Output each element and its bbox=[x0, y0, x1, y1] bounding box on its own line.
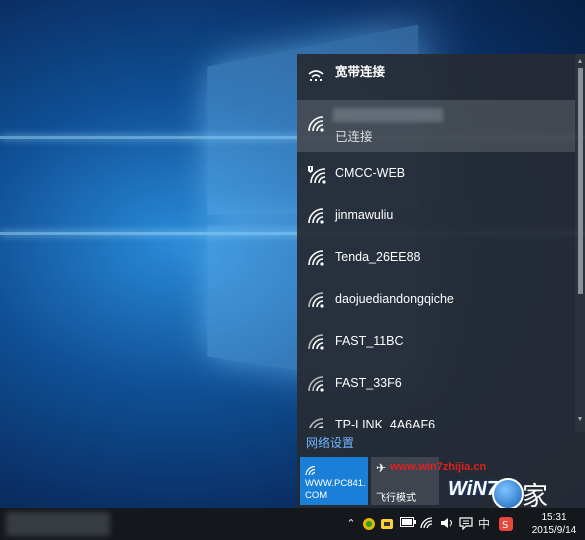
wifi-network-item[interactable]: daojuediandongqiche bbox=[297, 280, 575, 322]
clock-time: 15:31 bbox=[541, 512, 567, 523]
network-name: jinmawuliu bbox=[335, 208, 394, 222]
show-hidden-icons-chevron-icon[interactable]: ⌃ bbox=[344, 517, 358, 531]
svg-text:S: S bbox=[502, 520, 508, 531]
clock-date: 2015/9/14 bbox=[531, 525, 577, 536]
input-method-indicator[interactable]: 中 bbox=[477, 517, 491, 531]
wifi-signal-icon bbox=[307, 418, 327, 428]
watermark-logo-text: WiN7 bbox=[448, 478, 498, 500]
network-wifi-tray-icon[interactable] bbox=[420, 517, 434, 531]
security-app-tray-icon[interactable] bbox=[362, 517, 376, 531]
taskbar-blurred-region bbox=[6, 512, 110, 536]
dialup-icon bbox=[307, 68, 325, 87]
watermark-windows-ball-icon bbox=[492, 478, 524, 510]
wifi-network-item[interactable]: FAST_33F6 bbox=[297, 364, 575, 406]
scroll-down-arrow-icon[interactable]: ▼ bbox=[576, 416, 584, 424]
battery-icon[interactable] bbox=[400, 517, 416, 531]
network-name: FAST_33F6 bbox=[335, 376, 402, 390]
wifi-signal-icon bbox=[307, 292, 327, 310]
network-name: CMCC-WEB bbox=[335, 166, 406, 180]
network-name: daojuediandongqiche bbox=[335, 292, 454, 306]
network-settings-link[interactable]: 网络设置 bbox=[306, 434, 354, 451]
wifi-signal-icon bbox=[307, 116, 327, 134]
wifi-signal-icon bbox=[307, 334, 327, 352]
network-list-scrollbar[interactable]: ▲ ▼ bbox=[575, 54, 585, 432]
wifi-network-item[interactable]: jinmawuliu bbox=[297, 196, 575, 238]
wifi-network-item[interactable]: Tenda_26EE88 bbox=[297, 238, 575, 280]
airplane-icon: ✈ bbox=[376, 461, 387, 475]
system-clock[interactable]: 15:31 2015/9/14 bbox=[526, 511, 582, 537]
wifi-toggle-tile[interactable]: WWW.PC841. COM bbox=[300, 457, 368, 505]
network-name: FAST_11BC bbox=[335, 334, 404, 348]
action-center-icon[interactable] bbox=[459, 517, 473, 531]
wifi-network-item[interactable]: CMCC-WEB bbox=[297, 154, 575, 196]
network-name: Tenda_26EE88 bbox=[335, 250, 421, 264]
wifi-network-connected[interactable]: 已连接 bbox=[297, 100, 575, 152]
watermark-url: www.win7zhijia.cn bbox=[390, 461, 487, 473]
wifi-tile-label: WWW.PC841. COM bbox=[305, 478, 366, 501]
network-flyout: 宽带连接 已连接 CMCC-WEB jinmawuliu Tenda_26EE8… bbox=[297, 54, 585, 508]
scroll-up-arrow-icon[interactable]: ▲ bbox=[576, 58, 584, 66]
broadband-connection[interactable]: 宽带连接 bbox=[297, 54, 575, 100]
wifi-open-warning-icon bbox=[307, 166, 327, 184]
wifi-signal-icon bbox=[307, 208, 327, 226]
wifi-signal-icon bbox=[307, 250, 327, 268]
network-name: TP-LINK_4A6AF6 bbox=[335, 418, 436, 428]
volume-icon[interactable] bbox=[440, 517, 454, 531]
sogou-ime-icon[interactable]: S bbox=[499, 517, 513, 531]
broadband-label: 宽带连接 bbox=[335, 65, 386, 79]
wifi-network-item[interactable]: TP-LINK_4A6AF6 bbox=[297, 406, 575, 428]
redacted-network-name bbox=[333, 108, 443, 122]
taskbar: ⌃ 中 S 15:31 2015/9/14 bbox=[0, 508, 585, 540]
wifi-signal-icon bbox=[307, 376, 327, 394]
app-tray-icon[interactable] bbox=[380, 517, 394, 531]
airplane-mode-label: 飞行模式 bbox=[376, 493, 416, 504]
wifi-network-item[interactable]: FAST_11BC bbox=[297, 322, 575, 364]
connection-status: 已连接 bbox=[335, 130, 373, 144]
scrollbar-thumb[interactable] bbox=[578, 68, 583, 294]
